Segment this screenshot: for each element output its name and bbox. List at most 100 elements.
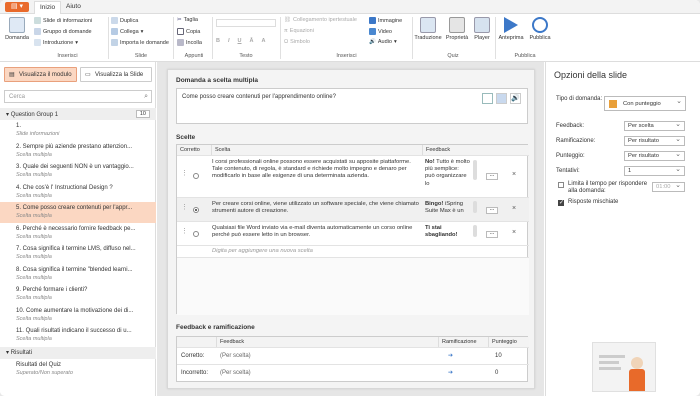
attempts-select[interactable]: 1 [624, 165, 685, 176]
choice-text[interactable]: Qualsiasi file Word inviato via e-mail d… [212, 225, 420, 243]
font-select[interactable] [216, 19, 276, 27]
branch-arrow-icon[interactable]: ➔ [448, 350, 453, 362]
correct-radio[interactable] [193, 173, 199, 179]
correct-radio[interactable] [193, 207, 199, 213]
table-row[interactable]: ⋮ Per creare corsi online, viene utilizz… [177, 197, 529, 221]
ribbon-paste[interactable]: Incolla [177, 39, 202, 46]
choice-feedback[interactable]: Ti stai sbagliando! [425, 225, 470, 243]
ribbon-slide-info[interactable]: Slide di informazioni [34, 17, 92, 24]
drag-handle-icon[interactable]: ⋮ [181, 170, 188, 177]
fb-row-feedback[interactable]: (Per scelta) [220, 350, 251, 362]
drag-handle-icon[interactable]: ⋮ [181, 228, 188, 235]
feedback-bold: No! [425, 159, 435, 165]
drag-handle-icon[interactable]: ⋮ [181, 204, 188, 211]
domanda-button[interactable]: Domanda [4, 17, 30, 41]
list-item-title: 7. Cosa significa il termine LMS, diffus… [16, 246, 136, 252]
correct-radio[interactable] [193, 231, 199, 237]
fb-row-score[interactable]: 0 [495, 367, 498, 379]
feedback-scrollbar[interactable] [473, 201, 477, 213]
results-group-header[interactable]: ▾ Risultati [0, 346, 156, 359]
ribbon-question-group[interactable]: Gruppo di domande [34, 28, 92, 35]
delete-choice-icon[interactable]: × [512, 171, 516, 178]
add-choice-row[interactable]: Digita per aggiungere una nuova scelta [177, 245, 529, 257]
branching-select[interactable]: Per risultato [624, 135, 685, 146]
publish-button[interactable]: Pubblica [527, 17, 553, 41]
ribbon-intro[interactable]: Introduzione ▾ [34, 39, 78, 46]
list-item[interactable]: 11. Quali risultati indicano il successo… [0, 325, 156, 346]
choice-text[interactable]: Per creare corsi online, viene utilizzat… [212, 201, 420, 219]
ribbon-copy[interactable]: Copia [177, 28, 200, 35]
choice-feedback[interactable]: Bingo! iSpring Suite Max è un [425, 201, 470, 219]
options-title: Opzioni della slide [554, 70, 628, 80]
more-options-button[interactable]: ... [486, 206, 498, 214]
time-limit-input[interactable]: 01:00 [652, 181, 685, 192]
translation-button[interactable]: Traduzione [414, 17, 442, 41]
font-color-button[interactable]: A [261, 38, 265, 44]
time-limit-checkbox[interactable] [558, 182, 564, 188]
list-item[interactable]: 3. Quale dei seguenti NON è un vantaggio… [0, 161, 156, 182]
question-text-field[interactable]: Come posso creare contenuti per l'appren… [176, 88, 528, 124]
insert-image-icon[interactable] [482, 93, 493, 104]
symbol-label: Simbolo [290, 39, 310, 45]
question-group-header[interactable]: ▾ Question Group 1 10 [0, 108, 156, 120]
player-button[interactable]: Player [472, 17, 492, 41]
preview-button[interactable]: Anteprima [497, 17, 525, 41]
ribbon-audio[interactable]: 🔊 Audio ▾ [369, 39, 397, 45]
choice-text[interactable]: I corsi professionali online possono ess… [212, 159, 420, 195]
ribbon-duplica[interactable]: Duplica [111, 17, 138, 24]
feedback-scrollbar[interactable] [473, 225, 477, 237]
table-row[interactable]: ⋮ Qualsiasi file Word inviato via e-mail… [177, 221, 529, 245]
list-item[interactable]: 5. Come posso creare contenuti per l'app… [0, 202, 156, 223]
delete-choice-icon[interactable]: × [512, 205, 516, 212]
fb-row-score[interactable]: 10 [495, 350, 502, 362]
video-label: Video [378, 28, 392, 35]
text-format-buttons[interactable]: B I U Ā A [216, 38, 265, 44]
list-item[interactable]: 10. Come aumentare la motivazione dei di… [0, 305, 156, 326]
search-input[interactable]: Cerca ⌕ [4, 90, 152, 103]
choice-feedback[interactable]: No! Tutto è molto più semplice: può orga… [425, 159, 470, 195]
question-type-select[interactable]: Con punteggio [604, 95, 686, 111]
feedback-scrollbar[interactable] [473, 160, 477, 180]
more-options-button[interactable]: ... [486, 172, 498, 180]
slide-preview-thumbnail [592, 342, 656, 392]
list-item[interactable]: 9. Perché formare i clienti? Scelta multi… [0, 284, 156, 305]
shuffle-answers-checkbox[interactable] [558, 199, 564, 206]
delete-choice-icon[interactable]: × [512, 229, 516, 236]
link-icon [111, 28, 118, 35]
list-item[interactable]: 2. Sempre più aziende prestano attenzion… [0, 141, 156, 162]
ribbon-symbol[interactable]: Ω Simbolo [284, 39, 310, 45]
more-options-button[interactable]: ... [486, 230, 498, 238]
editor-area: Domanda a scelta multipla Come posso cre… [157, 62, 544, 396]
insert-audio-icon[interactable]: 🔊 [510, 93, 521, 104]
list-item[interactable]: 7. Cosa significa il termine LMS, diffus… [0, 243, 156, 264]
italic-button[interactable]: I [228, 38, 230, 44]
list-item[interactable]: 1. Slide informazioni [0, 120, 156, 141]
ribbon-hyperlink[interactable]: ⛓ Collegamento ipertestuale [284, 17, 357, 23]
ribbon-equation[interactable]: π Equazioni [284, 28, 314, 34]
score-select[interactable]: Per risultato [624, 150, 685, 161]
list-item[interactable]: Risultati del Quiz Superato/Non superato [0, 359, 156, 380]
insert-video-icon[interactable] [496, 93, 507, 104]
ribbon-image[interactable]: Immagine [369, 17, 402, 24]
view-module-button[interactable]: ▤ Visualizza il modulo [4, 67, 77, 82]
file-menu-button[interactable]: ▤ ▾ [5, 2, 29, 12]
tab-inizio[interactable]: Inizio [34, 1, 62, 14]
list-item[interactable]: 4. Che cos'è l' Instructional Design ? Sc… [0, 182, 156, 203]
table-row[interactable]: ⋮ I corsi professionali online possono e… [177, 155, 529, 197]
tab-aiuto[interactable]: Aiuto [66, 3, 81, 10]
bold-button[interactable]: B [216, 38, 220, 44]
properties-button[interactable]: Proprietà [444, 17, 470, 41]
ribbon-collega[interactable]: Collega ▾ [111, 28, 143, 35]
branch-arrow-icon[interactable]: ➔ [448, 367, 453, 379]
view-slide-button[interactable]: ▭ Visualizza la Slide [80, 67, 152, 82]
group-label-quiz: Quiz [447, 53, 459, 59]
underline-button[interactable]: U [238, 38, 242, 44]
ribbon-import[interactable]: Importa le domande [111, 39, 169, 46]
fb-row-feedback[interactable]: (Per scelta) [220, 367, 251, 379]
highlight-button[interactable]: Ā [250, 38, 254, 44]
feedback-select[interactable]: Per scelta [624, 120, 685, 131]
ribbon-video[interactable]: Video [369, 28, 392, 35]
ribbon-cut[interactable]: ✂ Taglia [177, 17, 198, 23]
list-item[interactable]: 8. Cosa significa il termine "blended le… [0, 264, 156, 285]
list-item[interactable]: 6. Perché è necessario fornire feedback … [0, 223, 156, 244]
